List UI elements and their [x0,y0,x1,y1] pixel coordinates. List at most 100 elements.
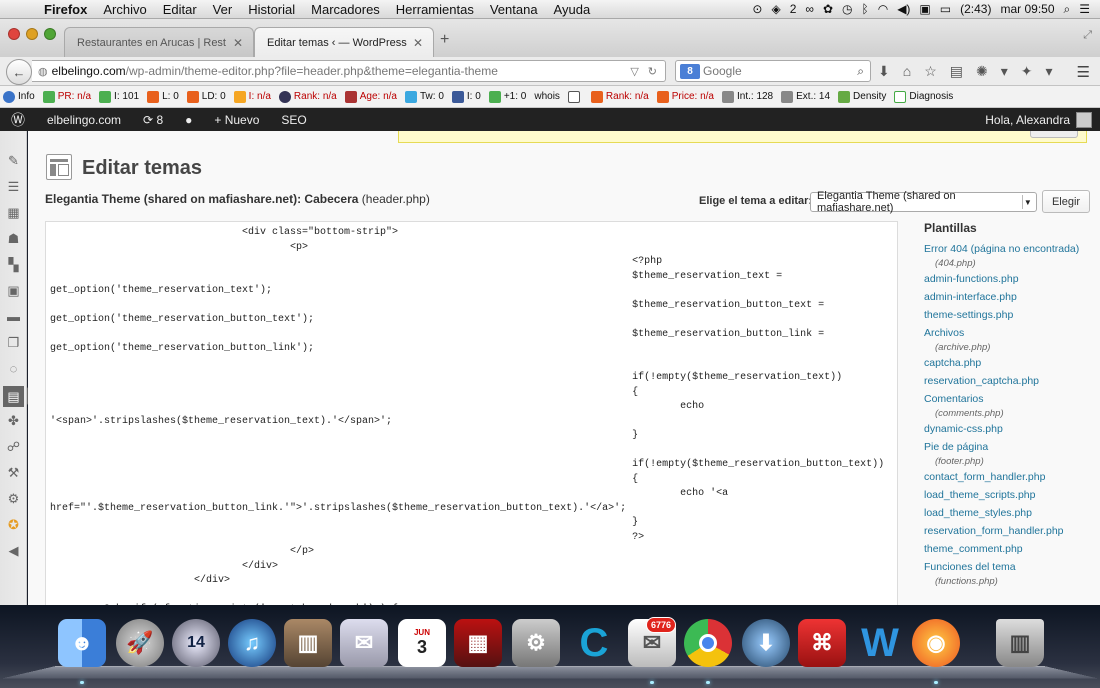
menu-app-firefox[interactable]: Firefox [44,2,87,17]
template-link[interactable]: Pie de página [924,439,1094,456]
seo-index[interactable]: I: 101 [99,90,139,103]
template-link[interactable]: admin-functions.php [924,271,1094,288]
trash-icon[interactable]: ▥ [996,619,1044,667]
downloads-icon[interactable]: ⬇ [878,63,890,80]
seo-rank[interactable]: Rank: n/a [278,90,337,103]
home-icon[interactable]: ⌂ [903,63,911,80]
menu-editar[interactable]: Editar [163,2,197,17]
template-link[interactable]: load_theme_scripts.php [924,487,1094,504]
menu-archivo[interactable]: Archivo [103,2,146,17]
back-button[interactable]: ← [6,59,32,85]
search-icon[interactable]: ⌕ [857,64,864,79]
firefox-icon[interactable]: ◉ [912,619,960,667]
gallery-icon[interactable]: ▣ [6,283,21,298]
bookmarks-list-icon[interactable]: ▤ [950,63,963,80]
bluetooth-icon[interactable]: ᛒ [862,2,869,16]
menu-ayuda[interactable]: Ayuda [554,2,591,17]
seo-ld[interactable]: LD: 0 [186,90,226,103]
template-link[interactable]: contact_form_handler.php [924,469,1094,486]
menu-marcadores[interactable]: Marcadores [311,2,380,17]
status-count[interactable]: 2 [790,2,797,16]
zoom-window-button[interactable] [44,28,56,40]
volume-icon[interactable]: ◀) [897,2,910,16]
template-link[interactable]: theme-settings.php [924,307,1094,324]
chrome-icon[interactable] [684,619,732,667]
battery-icon[interactable]: ▭ [940,2,951,16]
addon2-icon[interactable]: ✦ [1021,63,1033,80]
seo-whois[interactable]: whois [534,91,560,102]
template-link[interactable]: dynamic-css.php [924,421,1094,438]
seo-price[interactable]: Price: n/a [656,90,714,103]
seo-external[interactable]: Ext.: 14 [781,90,830,103]
posts-pin-icon[interactable]: ✎ [6,153,21,168]
list-icon[interactable]: ☰ [6,179,21,194]
acrobat-icon[interactable]: ⌘ [798,619,846,667]
user-greeting[interactable]: Hola, Alexandra [985,113,1070,127]
photo-booth-icon[interactable]: ▦ [454,619,502,667]
site-identity-icon[interactable]: ◍ [38,65,48,78]
seo-pr[interactable]: PR: n/a [42,90,91,103]
bookmark-star-icon[interactable]: ☆ [924,63,937,80]
close-window-button[interactable] [8,28,20,40]
seo-age[interactable]: Age: n/a [344,90,397,103]
reload-icon[interactable]: ↻ [648,65,657,78]
seo-plusone[interactable]: +1: 0 [488,90,526,103]
template-link[interactable]: reservation_captcha.php [924,373,1094,390]
collapse-icon[interactable]: ◀ [6,543,21,558]
tab-restaurantes[interactable]: Restaurantes en Arucas | Rest... ✕ [64,27,254,57]
launchpad-icon[interactable]: 🚀 [116,619,164,667]
comments-icon[interactable]: ● [174,108,203,131]
theme-select[interactable]: Elegantia Theme (shared on mafiashare.ne… [810,190,1037,214]
pages-icon[interactable]: ❐ [6,335,21,350]
seo-info[interactable]: Info [3,90,35,103]
seo-links[interactable]: L: 0 [147,90,179,103]
seo-bing[interactable]: I: n/a [233,90,271,103]
speech-icon[interactable]: ◌ [6,361,21,376]
c-app-icon[interactable]: C [570,619,618,667]
media-icon[interactable]: ▦ [6,205,21,220]
template-link[interactable]: Funciones del tema [924,559,1094,576]
tab-editar-temas[interactable]: Editar temas ‹ — WordPress ✕ [254,27,434,57]
menu-ver[interactable]: Ver [213,2,233,17]
tools-icon[interactable]: ⚒ [6,465,21,480]
comments-icon[interactable]: ▬ [6,309,21,324]
addon2-dropdown-icon[interactable]: ▾ [1046,63,1053,80]
settings-icon[interactable]: ⚙ [6,491,21,506]
template-link[interactable]: Error 404 (página no encontrada) [924,241,1094,258]
menu-herramientas[interactable]: Herramientas [396,2,474,17]
battery-time[interactable]: (2:43) [960,2,991,16]
menu-historial[interactable]: Historial [248,2,295,17]
seo-facebook[interactable]: I: 0 [451,90,481,103]
seo-density[interactable]: Density [838,90,886,103]
search-bar[interactable]: 8 Google ⌕ [675,60,871,82]
minimize-window-button[interactable] [26,28,38,40]
seo-internal[interactable]: Int.: 128 [721,90,773,103]
site-name-link[interactable]: elbelingo.com [36,108,132,131]
new-content-link[interactable]: + Nuevo [203,108,270,131]
grid-icon[interactable]: ▚ [6,257,21,272]
clock[interactable]: mar 09:50 [1000,2,1054,16]
fullscreen-icon[interactable]: ⤢ [1083,29,1092,42]
word-icon[interactable]: W [856,619,904,667]
menu-hamburger-icon[interactable]: ☰ [1077,63,1090,81]
wordpress-logo-icon[interactable]: Ⓦ [0,108,36,131]
clock-app-icon[interactable]: 14 [172,619,220,667]
appearance-icon[interactable]: ▤ [3,386,24,407]
wifi-icon[interactable]: ◠ [878,2,888,16]
url-bar[interactable]: ◍ elbelingo.com/wp-admin/theme-editor.ph… [32,60,666,82]
spotlight-icon[interactable]: ⌕ [1064,2,1071,17]
avatar[interactable] [1076,111,1092,128]
google-engine-icon[interactable]: 8 [680,63,700,79]
seo-diagnosis[interactable]: Diagnosis [894,90,953,103]
seo-menu-link[interactable]: SEO [270,108,317,131]
seo-rank2[interactable]: Rank: n/a [590,90,649,103]
menu-ventana[interactable]: Ventana [490,2,538,17]
time-machine-icon[interactable]: ◷ [842,2,852,16]
preview-icon[interactable]: ✉ [340,619,388,667]
template-link[interactable]: reservation_form_handler.php [924,523,1094,540]
template-link[interactable]: load_theme_styles.php [924,505,1094,522]
select-theme-button[interactable]: Elegir [1042,190,1090,213]
sync-icon[interactable]: ✿ [823,2,833,16]
template-link[interactable]: theme_comment.php [924,541,1094,558]
template-link[interactable]: Comentarios [924,391,1094,408]
